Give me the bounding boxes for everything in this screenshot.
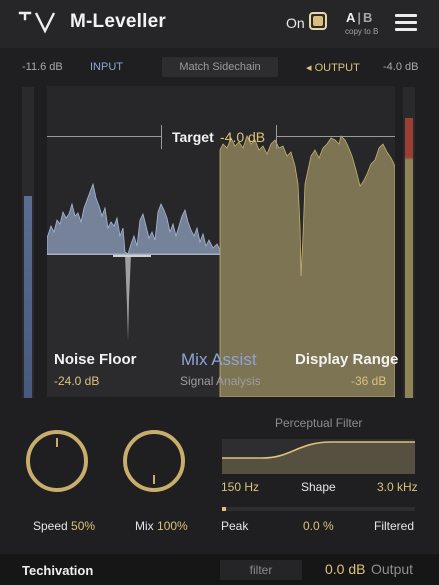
- output-db-readout: -4.0 dB: [383, 61, 419, 73]
- tv-logo-icon: [18, 11, 56, 34]
- on-label: On: [286, 15, 305, 31]
- ab-a-label[interactable]: A: [346, 10, 355, 25]
- header-bar: M-Leveller On A | B copy to B: [0, 0, 439, 48]
- mix-knob[interactable]: [121, 428, 187, 494]
- copy-to-b-button[interactable]: copy to B: [345, 27, 378, 36]
- perceptual-filter-title: Perceptual Filter: [275, 416, 363, 430]
- mix-label: Mix: [135, 519, 154, 533]
- on-toggle-button[interactable]: [309, 12, 327, 30]
- target-value[interactable]: -4.0 dB: [220, 129, 265, 145]
- output-gain-label: Output: [371, 561, 414, 577]
- display-range-value[interactable]: -36 dB: [351, 374, 386, 388]
- mix-value: 100%: [157, 519, 188, 533]
- menu-line: [395, 14, 417, 17]
- m-leveller-plugin: M-Leveller On A | B copy to B -11.6 dB INP…: [0, 0, 439, 585]
- peak-label: Peak: [221, 519, 249, 533]
- match-sidechain-button[interactable]: Match Sidechain: [162, 57, 278, 77]
- peak-slider-handle[interactable]: [222, 507, 226, 511]
- io-row: -11.6 dB INPUT Match Sidechain ◂ OUTPUT …: [0, 56, 439, 78]
- filter-shape-label: Shape: [301, 480, 336, 494]
- input-level-meter: [22, 87, 34, 398]
- filter-high-frequency[interactable]: 3.0 kHz: [377, 480, 418, 494]
- ab-switch[interactable]: A | B: [346, 10, 372, 25]
- display-range-label: Display Range: [295, 351, 399, 368]
- output-tab[interactable]: ◂ OUTPUT: [306, 61, 360, 74]
- ab-separator: |: [357, 10, 362, 25]
- input-tab[interactable]: INPUT: [90, 61, 123, 73]
- speed-value: 50%: [71, 519, 96, 533]
- signal-analysis-label: Signal Analysis: [180, 374, 261, 388]
- plugin-title: M-Leveller: [70, 11, 166, 32]
- menu-line: [395, 21, 417, 24]
- noise-floor-value[interactable]: -24.0 dB: [54, 374, 99, 388]
- speed-label-group: Speed 50%: [33, 519, 95, 533]
- brand-label: Techivation: [22, 563, 94, 578]
- target-label: Target: [172, 129, 214, 145]
- output-meter-fill: [405, 118, 413, 398]
- on-toggle-fill: [313, 16, 323, 26]
- noise-floor-label: Noise Floor: [54, 351, 137, 368]
- speed-knob[interactable]: [24, 428, 90, 494]
- input-waveform: [47, 182, 221, 255]
- footer-bar: Techivation filter 0.0 dB Output: [0, 554, 439, 585]
- output-gain-value[interactable]: 0.0 dB: [325, 561, 365, 577]
- mix-label-group: Mix 100%: [135, 519, 188, 533]
- mix-assist-button[interactable]: Mix Assist: [181, 350, 257, 370]
- ab-b-label[interactable]: B: [363, 10, 372, 25]
- hamburger-menu-icon[interactable]: [395, 14, 417, 31]
- filter-button[interactable]: filter: [220, 560, 302, 580]
- menu-line: [395, 28, 417, 31]
- input-db-readout: -11.6 dB: [22, 61, 63, 73]
- input-meter-fill: [24, 195, 32, 398]
- output-level-meter: [403, 87, 415, 398]
- speed-label: Speed: [33, 519, 68, 533]
- filter-low-frequency[interactable]: 150 Hz: [221, 480, 259, 494]
- perceptual-filter-curve[interactable]: [222, 439, 415, 474]
- peak-filtered-slider[interactable]: [222, 507, 415, 511]
- filtered-label: Filtered: [374, 519, 415, 533]
- target-line-right: [277, 136, 395, 137]
- peak-value: 0.0 %: [303, 519, 334, 533]
- target-line-left: [47, 136, 161, 137]
- filter-curve-graph: [222, 441, 415, 474]
